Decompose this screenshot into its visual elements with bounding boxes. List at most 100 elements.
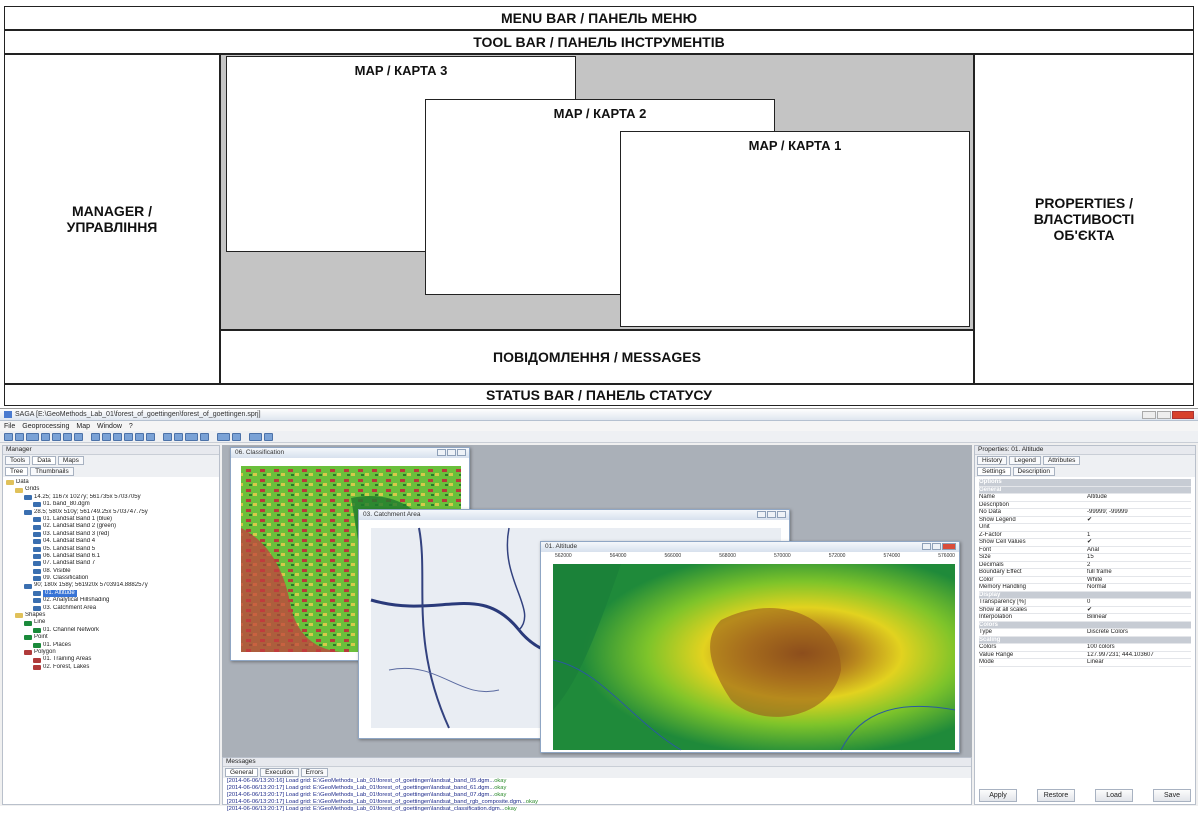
menu-geoprocessing[interactable]: Geoprocessing bbox=[22, 423, 69, 430]
tab-general[interactable]: General bbox=[225, 768, 259, 777]
filter-icon[interactable] bbox=[74, 432, 83, 441]
open-icon[interactable] bbox=[4, 432, 13, 441]
tree-item[interactable]: 02. Analytical Hillshading bbox=[6, 597, 216, 604]
tree-item[interactable]: 09. Classification bbox=[6, 575, 216, 582]
property-value[interactable]: Bilinear bbox=[1087, 614, 1191, 621]
map-window-altitude[interactable]: 01. Altitude 562000 564000 566000 568000 570… bbox=[540, 541, 960, 753]
tab-errors[interactable]: Errors bbox=[300, 768, 329, 777]
3d-view-icon[interactable] bbox=[217, 432, 230, 441]
tab-maps[interactable]: Maps bbox=[57, 456, 84, 465]
property-row[interactable]: Colors 100 colors bbox=[979, 644, 1191, 652]
save-button[interactable]: Save bbox=[1153, 789, 1191, 802]
property-row[interactable]: Decimals 2 bbox=[979, 562, 1191, 569]
restore-button[interactable]: Restore bbox=[1037, 789, 1075, 802]
tab-settings[interactable]: Settings bbox=[977, 467, 1011, 476]
tree-item[interactable]: Point bbox=[6, 634, 216, 641]
measure-icon[interactable] bbox=[185, 432, 198, 441]
property-value[interactable] bbox=[1087, 487, 1191, 494]
tab-execution[interactable]: Execution bbox=[260, 768, 299, 777]
tree-item[interactable]: 14.25; 1167x 1027y; 561735x 5703705y bbox=[6, 494, 216, 501]
property-value[interactable] bbox=[1087, 592, 1191, 599]
forward-icon[interactable] bbox=[102, 432, 111, 441]
tree-item[interactable]: 01. Altitude bbox=[6, 589, 216, 598]
tree-item[interactable]: 03. Catchment Area bbox=[6, 605, 216, 612]
property-row[interactable]: Name Altitude bbox=[979, 494, 1191, 502]
property-value[interactable]: ✔ bbox=[1087, 539, 1191, 546]
property-value[interactable]: Normal bbox=[1087, 584, 1191, 591]
property-row[interactable]: Transparency [%] 0 bbox=[979, 599, 1191, 607]
tree-item[interactable]: 01. Training Areas bbox=[6, 656, 216, 663]
property-section[interactable]: General bbox=[979, 486, 1191, 494]
property-row[interactable]: Type Discrete Colors bbox=[979, 629, 1191, 637]
tab-legend[interactable]: Legend bbox=[1009, 456, 1041, 465]
tab-data[interactable]: Data bbox=[32, 456, 56, 465]
property-value[interactable]: Arial bbox=[1087, 547, 1191, 554]
property-section[interactable]: Colors bbox=[979, 621, 1191, 629]
close-icon[interactable] bbox=[942, 543, 956, 550]
property-value[interactable]: Linear bbox=[1087, 659, 1191, 666]
tree-item[interactable]: 28.5; 580x 510y; 561749.25x 5703747.75y bbox=[6, 509, 216, 516]
tree-item[interactable]: 08. Visible bbox=[6, 568, 216, 575]
tab-tree[interactable]: Tree bbox=[5, 467, 29, 476]
minimize-button[interactable] bbox=[1142, 410, 1156, 419]
close-button[interactable] bbox=[1172, 410, 1194, 419]
property-value[interactable] bbox=[1087, 502, 1191, 509]
load-button[interactable]: Load bbox=[1095, 789, 1133, 802]
property-row[interactable]: Size 15 bbox=[979, 554, 1191, 562]
property-value[interactable] bbox=[1087, 622, 1191, 629]
tree-item[interactable]: 01. Landsat Band 1 (blue) bbox=[6, 516, 216, 523]
tree-item[interactable]: 02. Forest, Lakes bbox=[6, 664, 216, 671]
property-value[interactable]: Altitude bbox=[1087, 494, 1191, 501]
property-section[interactable]: Options bbox=[979, 479, 1191, 487]
messages-toggle-icon[interactable] bbox=[52, 432, 61, 441]
close-icon[interactable] bbox=[777, 511, 786, 518]
property-value[interactable] bbox=[1087, 637, 1191, 644]
tree-item[interactable]: 07. Landsat Band 7 bbox=[6, 560, 216, 567]
tab-history[interactable]: History bbox=[977, 456, 1008, 465]
maximize-icon[interactable] bbox=[447, 449, 456, 456]
tree-item[interactable]: 05. Landsat Band 5 bbox=[6, 546, 216, 553]
tree-item[interactable]: Grids bbox=[6, 486, 216, 493]
tree-item[interactable]: 02. Landsat Band 2 (green) bbox=[6, 523, 216, 530]
layout-icon[interactable] bbox=[249, 432, 262, 441]
property-row[interactable]: Color White bbox=[979, 577, 1191, 584]
property-value[interactable]: full frame bbox=[1087, 569, 1191, 576]
identify-icon[interactable] bbox=[200, 432, 209, 441]
property-value[interactable]: 127.997231; 444.103607 bbox=[1087, 652, 1191, 659]
manager-toggle-icon[interactable] bbox=[26, 432, 39, 441]
zoom-out-icon[interactable] bbox=[124, 432, 133, 441]
property-row[interactable]: Memory Handling Normal bbox=[979, 584, 1191, 592]
property-row[interactable]: Value Range 127.997231; 444.103607 bbox=[979, 652, 1191, 659]
histogram-icon[interactable] bbox=[232, 432, 241, 441]
tree-item[interactable]: 90; 180x 158y; 561920x 5703914.888257y bbox=[6, 582, 216, 589]
property-value[interactable] bbox=[1087, 524, 1191, 531]
draw-icon[interactable] bbox=[264, 432, 273, 441]
tab-thumbnails[interactable]: Thumbnails bbox=[30, 467, 74, 476]
property-value[interactable]: ✔ bbox=[1087, 517, 1191, 524]
property-row[interactable]: No Data -99999; -99999 bbox=[979, 509, 1191, 517]
menu-file[interactable]: File bbox=[4, 423, 15, 430]
menu-map[interactable]: Map bbox=[76, 423, 90, 430]
property-value[interactable]: 1 bbox=[1087, 532, 1191, 539]
property-row[interactable]: Unit bbox=[979, 524, 1191, 532]
close-icon[interactable] bbox=[457, 449, 466, 456]
property-value[interactable]: Discrete Colors bbox=[1087, 629, 1191, 636]
zoom-full-icon[interactable] bbox=[146, 432, 155, 441]
zoom-in-icon[interactable] bbox=[113, 432, 122, 441]
property-section[interactable]: Scaling bbox=[979, 636, 1191, 644]
minimize-icon[interactable] bbox=[922, 543, 931, 550]
run-icon[interactable] bbox=[63, 432, 72, 441]
menu-window[interactable]: Window bbox=[97, 423, 122, 430]
property-row[interactable]: Interpolation Bilinear bbox=[979, 614, 1191, 622]
property-row[interactable]: Show Legend ✔ bbox=[979, 517, 1191, 524]
property-value[interactable]: White bbox=[1087, 577, 1191, 584]
property-row[interactable]: Show at all scales ✔ bbox=[979, 607, 1191, 614]
tree-item[interactable]: Line bbox=[6, 619, 216, 626]
property-row[interactable]: Z-Factor 1 bbox=[979, 532, 1191, 539]
minimize-icon[interactable] bbox=[437, 449, 446, 456]
tree-item[interactable]: Data bbox=[6, 479, 216, 486]
tab-description[interactable]: Description bbox=[1012, 467, 1056, 476]
tree-item[interactable]: Polygon bbox=[6, 649, 216, 656]
pan-icon[interactable] bbox=[135, 432, 144, 441]
property-section[interactable]: Display bbox=[979, 591, 1191, 599]
